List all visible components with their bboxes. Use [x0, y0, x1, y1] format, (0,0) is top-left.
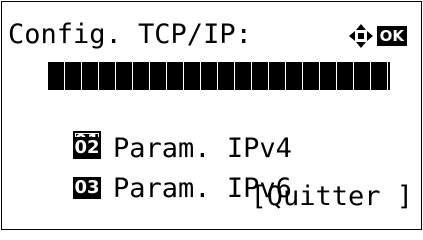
menu-item-tcpip[interactable]: 01TCP/IP [8, 58, 390, 158]
four-way-arrow-icon [348, 24, 373, 48]
screen-title: Config. TCP/IP: [8, 19, 252, 50]
quit-softkey[interactable]: [Quitter ] [250, 180, 413, 214]
menu-item-param-ipv4[interactable]: 02 Param. IPv4 [8, 98, 292, 164]
ok-key-badge: OK [376, 26, 407, 46]
lcd-panel: Config. TCP/IP: OK 01TCP/IP 02Param. IPv… [1, 1, 422, 230]
selection-highlight [48, 62, 390, 90]
menu-item-param-ipv6[interactable]: 03 Param. IPv6 [8, 138, 292, 204]
item-number-badge: 03 [73, 176, 102, 199]
nav-indicator: OK [348, 22, 407, 50]
